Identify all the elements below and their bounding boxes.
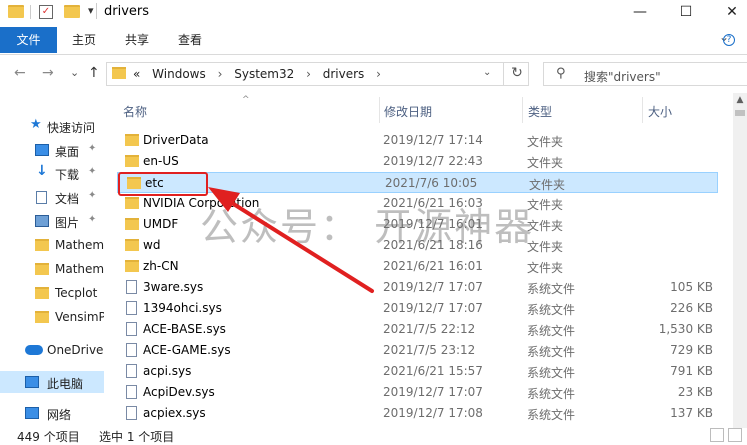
arrow-head [208,187,240,212]
arrow-shaft [222,196,374,293]
annotation-arrow [208,187,374,293]
